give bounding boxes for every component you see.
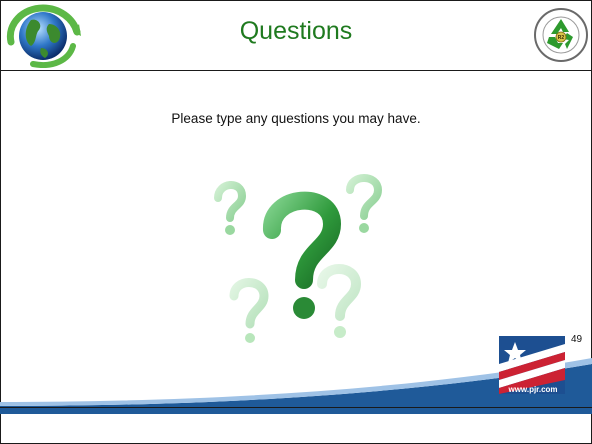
- pjr-url-text: www.pjr.com: [508, 385, 558, 394]
- recycling-seal-icon: R2: [534, 8, 588, 62]
- question-marks-illustration: [214, 174, 383, 343]
- footer-divider: [0, 407, 592, 408]
- question-prompt: Please type any questions you may have.: [171, 111, 421, 126]
- slide-title: Questions: [239, 17, 353, 45]
- page-number: 49: [571, 334, 583, 345]
- slide-header: Questions R2: [0, 0, 592, 71]
- svg-text:R2: R2: [558, 35, 565, 41]
